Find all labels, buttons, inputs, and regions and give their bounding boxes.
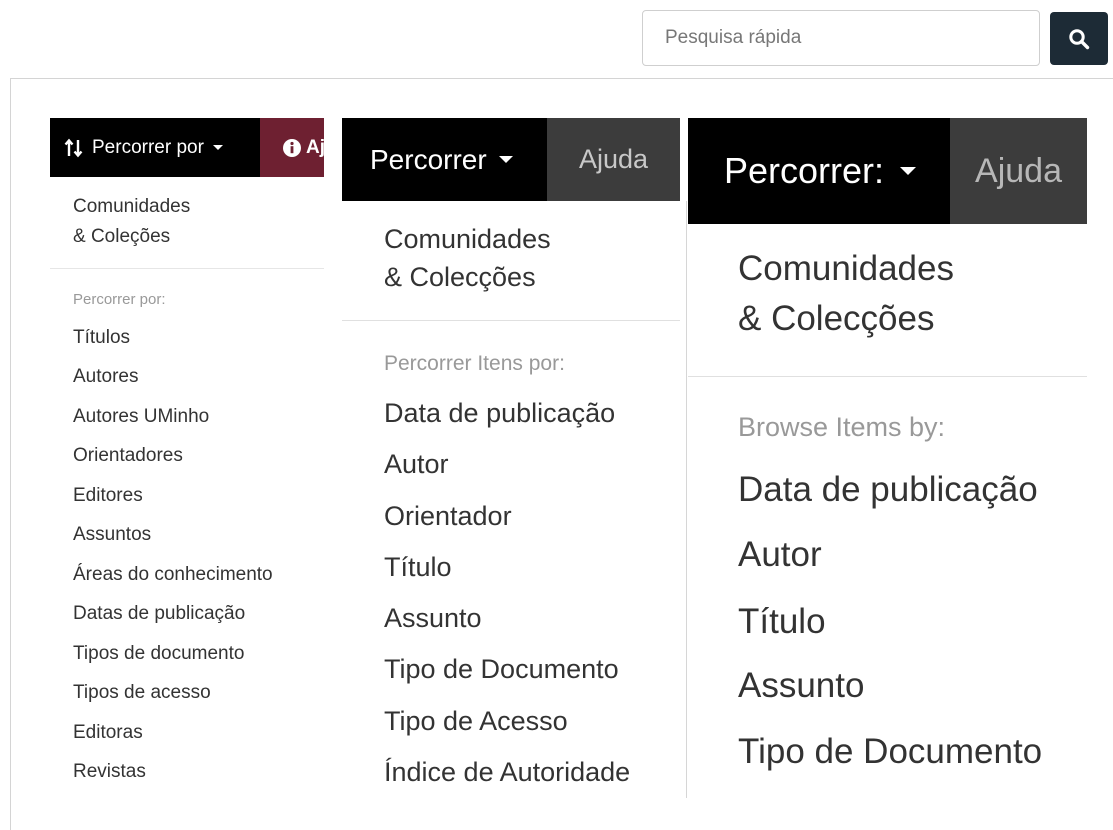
help-label: Ajuda	[578, 144, 649, 174]
menu-divider	[342, 320, 680, 321]
menu-item-advisors[interactable]: Orientadores	[73, 445, 183, 467]
menu-divider	[50, 268, 324, 269]
browse-menu-button[interactable]: Percorrer:	[688, 118, 950, 224]
caret-down-icon	[212, 145, 223, 150]
menu-item-communities[interactable]: Comunidades & Colecções	[738, 244, 954, 344]
menu-item-author[interactable]: Autor	[384, 445, 449, 483]
menu-item-advisor[interactable]: Orientador	[384, 497, 512, 535]
caret-down-icon	[498, 156, 513, 163]
menu-item-authors-uminho[interactable]: Autores UMinho	[73, 406, 209, 428]
communities-line1: Comunidades	[73, 196, 191, 217]
menu-item-publication-dates[interactable]: Datas de publicação	[73, 603, 245, 625]
menu-divider	[688, 376, 1087, 377]
browse-menu-button[interactable]: Percorrer por	[50, 118, 260, 177]
menu-item-communities[interactable]: Comunidades & Coleções	[73, 192, 190, 252]
menu-item-document-type[interactable]: Tipo de Documento	[384, 650, 619, 688]
help-label: Aj	[306, 136, 324, 158]
search-icon	[1069, 28, 1090, 49]
menu-item-access-type[interactable]: Tipo de Acesso	[384, 702, 568, 740]
menu-item-subject[interactable]: Assunto	[384, 599, 482, 637]
browse-section-label: Browse Items by:	[738, 412, 946, 442]
menu-item-document-types[interactable]: Tipos de documento	[73, 643, 244, 665]
menu-item-title[interactable]: Título	[738, 597, 826, 647]
menu-item-journals[interactable]: Revistas	[73, 761, 146, 783]
menu-item-access-types[interactable]: Tipos de acesso	[73, 682, 211, 704]
communities-line2: & Colecções	[738, 299, 935, 338]
browse-menu-button[interactable]: Percorrer	[342, 118, 547, 201]
menu-item-publishers[interactable]: Editoras	[73, 722, 143, 744]
browse-section-label: Percorrer Itens por:	[384, 352, 565, 375]
menu-item-authors[interactable]: Autores	[73, 366, 138, 388]
search-input[interactable]	[642, 10, 1040, 66]
menu-item-communities[interactable]: Comunidades & Colecções	[384, 220, 551, 296]
browse-menu-label: Percorrer por	[92, 136, 204, 158]
menu-item-author[interactable]: Autor	[738, 530, 822, 580]
communities-line1: Comunidades	[738, 249, 954, 288]
browse-menu-label: Percorrer:	[724, 150, 885, 191]
info-icon	[283, 138, 301, 157]
menu-item-editors[interactable]: Editores	[73, 485, 143, 507]
menu-item-authority-index[interactable]: Índice de Autoridade	[384, 753, 630, 791]
browse-menu-label: Percorrer	[370, 143, 487, 175]
communities-line2: & Colecções	[384, 262, 536, 292]
menu-item-document-type[interactable]: Tipo de Documento	[738, 727, 1042, 777]
menu-item-subjects[interactable]: Assuntos	[73, 524, 151, 546]
communities-line2: & Coleções	[73, 226, 171, 247]
panel-border	[686, 201, 687, 798]
help-button[interactable]: Aj	[260, 118, 324, 177]
search-button[interactable]	[1050, 12, 1108, 65]
menu-item-publication-date[interactable]: Data de publicação	[738, 465, 1038, 515]
browse-section-label: Percorrer por:	[73, 291, 166, 308]
communities-line1: Comunidades	[384, 224, 551, 254]
menu-item-title[interactable]: Título	[384, 548, 452, 586]
menu-item-subject[interactable]: Assunto	[738, 661, 864, 711]
menu-item-titles[interactable]: Títulos	[73, 327, 130, 349]
help-button[interactable]: Ajuda	[547, 118, 680, 201]
menu-item-knowledge-areas[interactable]: Áreas do conhecimento	[73, 564, 273, 586]
menu-item-publication-date[interactable]: Data de publicação	[384, 394, 615, 432]
caret-down-icon	[900, 167, 917, 175]
sort-icon	[64, 138, 83, 157]
help-button[interactable]: Ajuda	[950, 118, 1087, 224]
help-label: Ajuda	[975, 151, 1062, 190]
